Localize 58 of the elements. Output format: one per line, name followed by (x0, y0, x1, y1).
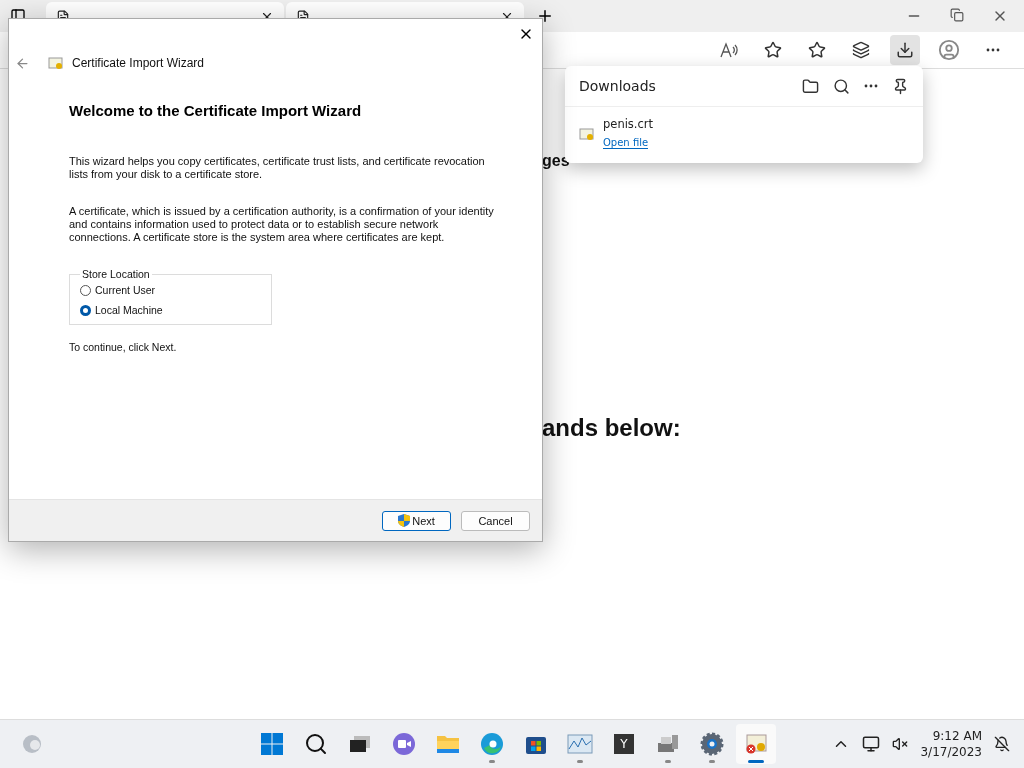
more-icon[interactable] (864, 84, 878, 88)
more-icon (986, 48, 1000, 52)
printer-icon (656, 733, 680, 755)
certificate-icon (744, 732, 768, 756)
muted-speaker-icon[interactable] (892, 736, 909, 752)
back-icon[interactable] (15, 55, 30, 71)
clock[interactable]: 9:12 AM 3/17/2023 (920, 728, 982, 760)
taskbar-app[interactable]: Y (604, 724, 644, 764)
open-file-link[interactable]: Open file (603, 137, 649, 149)
search-icon (304, 732, 328, 756)
download-icon (896, 41, 914, 59)
new-tab-icon[interactable] (536, 7, 554, 25)
clock-time: 9:12 AM (932, 728, 982, 744)
browser-icon (480, 732, 504, 756)
video-chat-icon (392, 732, 416, 756)
description-text: This wizard helps you copy certificates, certificate trust lists, and certificate revocation lists from your disk to a certificate store. (69, 155, 486, 181)
radio-button[interactable] (80, 284, 91, 296)
certificate-icon (579, 125, 595, 142)
running-indicator (748, 760, 764, 763)
downloads-button[interactable] (890, 35, 920, 65)
radio-button[interactable] (80, 304, 91, 316)
network-icon[interactable] (862, 735, 881, 753)
radio-label: Current User (95, 284, 156, 296)
running-indicator (577, 760, 583, 763)
notification-icon[interactable] (994, 736, 1010, 752)
panel-title: Downloads (579, 78, 656, 94)
avatar-icon (938, 39, 960, 61)
running-indicator (665, 760, 671, 763)
file-name: penis.crt (603, 117, 654, 131)
windows-logo-icon (260, 732, 284, 756)
dialog-title: Certificate Import Wizard (72, 56, 205, 70)
instruction-text: To continue, click Next. (69, 341, 178, 353)
wizard-icon (48, 55, 64, 71)
dialog-button[interactable]: Next (382, 510, 451, 531)
clock-date: 3/17/2023 (920, 744, 982, 760)
pin-icon[interactable] (892, 77, 909, 95)
dialog-button[interactable]: Cancel (461, 510, 530, 531)
star-icon (808, 41, 826, 59)
collections-icon (852, 41, 870, 59)
page-heading: ges (542, 152, 570, 170)
running-indicator (489, 760, 495, 763)
wizard-heading: Welcome to the Certificate Import Wizard (69, 102, 363, 119)
description-text: A certificate, which is issued by a certification authority, is a confirmation of your identity and contains information used to protect data or to establish secure network connections. A certificate store is the system area where certificates are kept. (69, 205, 495, 244)
folder-icon (436, 733, 460, 755)
search-icon[interactable] (833, 77, 850, 95)
performance-monitor-icon (567, 734, 593, 754)
running-indicator (709, 760, 715, 763)
folder-icon[interactable] (802, 77, 819, 95)
app-icon: Y (614, 734, 634, 754)
star-icon (764, 41, 782, 59)
read-aloud-icon (720, 42, 738, 58)
shield-icon (398, 514, 411, 527)
page-heading: ands below: (542, 414, 681, 442)
settings-icon (700, 732, 724, 756)
group-label: Store Location (81, 268, 151, 280)
radio-label: Local Machine (95, 304, 163, 316)
task-view-icon (349, 735, 371, 753)
restore-icon[interactable] (950, 8, 964, 22)
